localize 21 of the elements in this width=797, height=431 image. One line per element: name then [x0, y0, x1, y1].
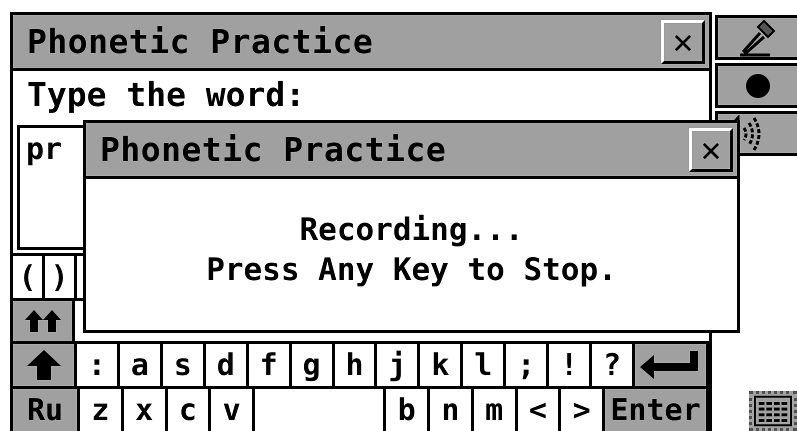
window-title: Phonetic Practice	[27, 22, 374, 61]
keyboard-button[interactable]	[749, 391, 797, 431]
microphone-button[interactable]	[715, 15, 797, 60]
keyboard-key[interactable]: Ru	[13, 389, 80, 431]
caps-lock-key[interactable]	[13, 301, 75, 341]
double-up-arrow-icon	[24, 310, 60, 332]
dialog-title: Phonetic Practice	[100, 130, 446, 169]
keyboard-icon	[754, 395, 792, 427]
close-button[interactable]: ✕	[661, 20, 705, 64]
record-button[interactable]	[715, 63, 797, 108]
microphone-icon	[738, 18, 778, 56]
dialog-message: Recording...	[300, 212, 524, 248]
prompt-label: Type the word:	[26, 74, 306, 116]
dialog-close-button[interactable]: ✕	[689, 128, 733, 172]
keyboard-key[interactable]: Enter	[605, 389, 709, 431]
backspace-key[interactable]	[634, 344, 709, 386]
shift-key[interactable]	[13, 344, 77, 386]
dialog-message: Press Any Key to Stop.	[206, 252, 617, 288]
record-dot-icon	[744, 72, 770, 98]
up-arrow-icon	[26, 350, 60, 380]
return-arrow-icon	[640, 351, 700, 379]
